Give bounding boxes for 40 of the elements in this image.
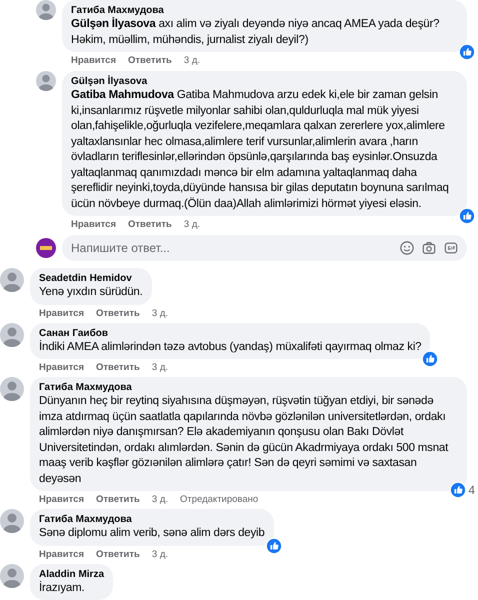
author-name[interactable]: Gülşən İlyasova [71, 75, 458, 88]
author-name[interactable]: Гатиба Махмудова [39, 381, 458, 394]
comment-action-link[interactable]: Ответить [96, 494, 140, 506]
comment-action-link[interactable]: Нравится [71, 219, 116, 231]
comment-action-link[interactable]: Ответить [96, 308, 140, 320]
author-name[interactable]: Гатиба Махмудова [71, 4, 458, 17]
reply-box[interactable]: Напишите ответ... [62, 235, 467, 261]
comment-text: Sənə diplomu alim verib, sənə alim dərs deyib [39, 526, 265, 541]
camera-icon[interactable] [422, 241, 436, 255]
comment-text: İndiki AMEA alimlərindən təzə avtobus (yandaş) müxalifəti qayırmaq olmaz ki? [39, 340, 422, 354]
edited-label: Отредактировано [180, 494, 258, 506]
gif-icon[interactable] [444, 241, 458, 255]
author-name[interactable]: Aladdin Mirza [39, 568, 104, 580]
like-count: 4 [468, 482, 475, 499]
comment-time[interactable]: 3 д. [184, 219, 200, 231]
comment-text: Dünyanın heç bir reytinq siyahısına düşməyən, rüşvətin tüğyan etdiyi, bir sənədə imza atdırmaq üçün saatlatla qapılarında növbə gözlənilən universitetlərdən, ordakı alimlərdən niyə danışmırsan? Elə akademiyanın qonşusu olan Bakı Dövlət Universitetindən, ordakı alımlərdən. Sənin də gücün Akadrmiyaya ordakı 500 msnat maaş verib kəşflər gözıənilən alimlərə çatır! Sən də qeyri səmimi və saxtasan deyəsən [39, 394, 450, 486]
comment-action-link[interactable]: Ответить [128, 55, 172, 67]
comment-action-link[interactable]: Ответить [96, 362, 140, 374]
comment-action-link[interactable]: Нравится [39, 362, 84, 374]
comment-action-link[interactable]: Ответить [128, 219, 172, 231]
avatar[interactable] [36, 238, 56, 258]
comment-time[interactable]: 3 д. [152, 362, 168, 374]
comment-text: Yenə yıxdın sürüdün. [39, 285, 143, 300]
comment-time[interactable]: 3 д. [184, 55, 200, 67]
reply-input-field[interactable]: Напишите ответ... [71, 239, 400, 257]
comment-action-link[interactable]: Ответить [96, 548, 140, 560]
author-name[interactable]: Seadetdin Hemidov [39, 272, 143, 285]
comment-action-link[interactable]: Нравится [39, 308, 84, 320]
author-name[interactable]: Гатиба Махмудова [39, 513, 265, 526]
author-name[interactable]: Санан Гаибов [39, 326, 422, 340]
comment-time[interactable]: 3 д. [152, 494, 168, 506]
comment-action-link[interactable]: Нравится [39, 548, 84, 560]
comment-text: Gatiba Mahmudova Gatiba Mahmudova arzu edek ki,ele bir zaman gelsin ki,insanlarımız rüşvetle milyonlar sahibi olan,quldurluqla mal mük yiyesi olan,fahişelikle,oğurluqla vezifelere,meqamlara qalxan zererlere yox,alimlere yaltaxlansınlar hec olmasa,alimlere terif vursunlar,alimlerin avara ,harın övladların teriflesinlər,ellərindən öpsünlə,qarşılarında baş eysinlər.Onsuzda yaltaqlanmaq qanımızdadı məncə bir elm adamına yaltaqlanmaq daha şereflidir neyinki,toyda,düyünde hansısa bir gilas deputatın boynuna sarılmaq ücün növbeye durmaq.(Ölün daa)Allah alimlərimizi hörmət yiyesi eləsin. [71, 88, 450, 212]
emoji-icon[interactable] [400, 241, 414, 255]
comment-time[interactable]: 3 д. [152, 548, 168, 560]
comment-text: Gülşən İlyasova axı alim və ziyalı deyəndə niyə ancaq AMEA yada deşür? Həkim, müəllim, mühəndis, jurnalist ziyalı deyil?) [71, 17, 440, 48]
comment-action-link[interactable]: Нравится [39, 494, 84, 506]
comment-time[interactable]: 3 д. [152, 308, 168, 320]
comment-action-link[interactable]: Нравится [71, 55, 116, 67]
comment-text: İrazıyam. [39, 580, 86, 596]
